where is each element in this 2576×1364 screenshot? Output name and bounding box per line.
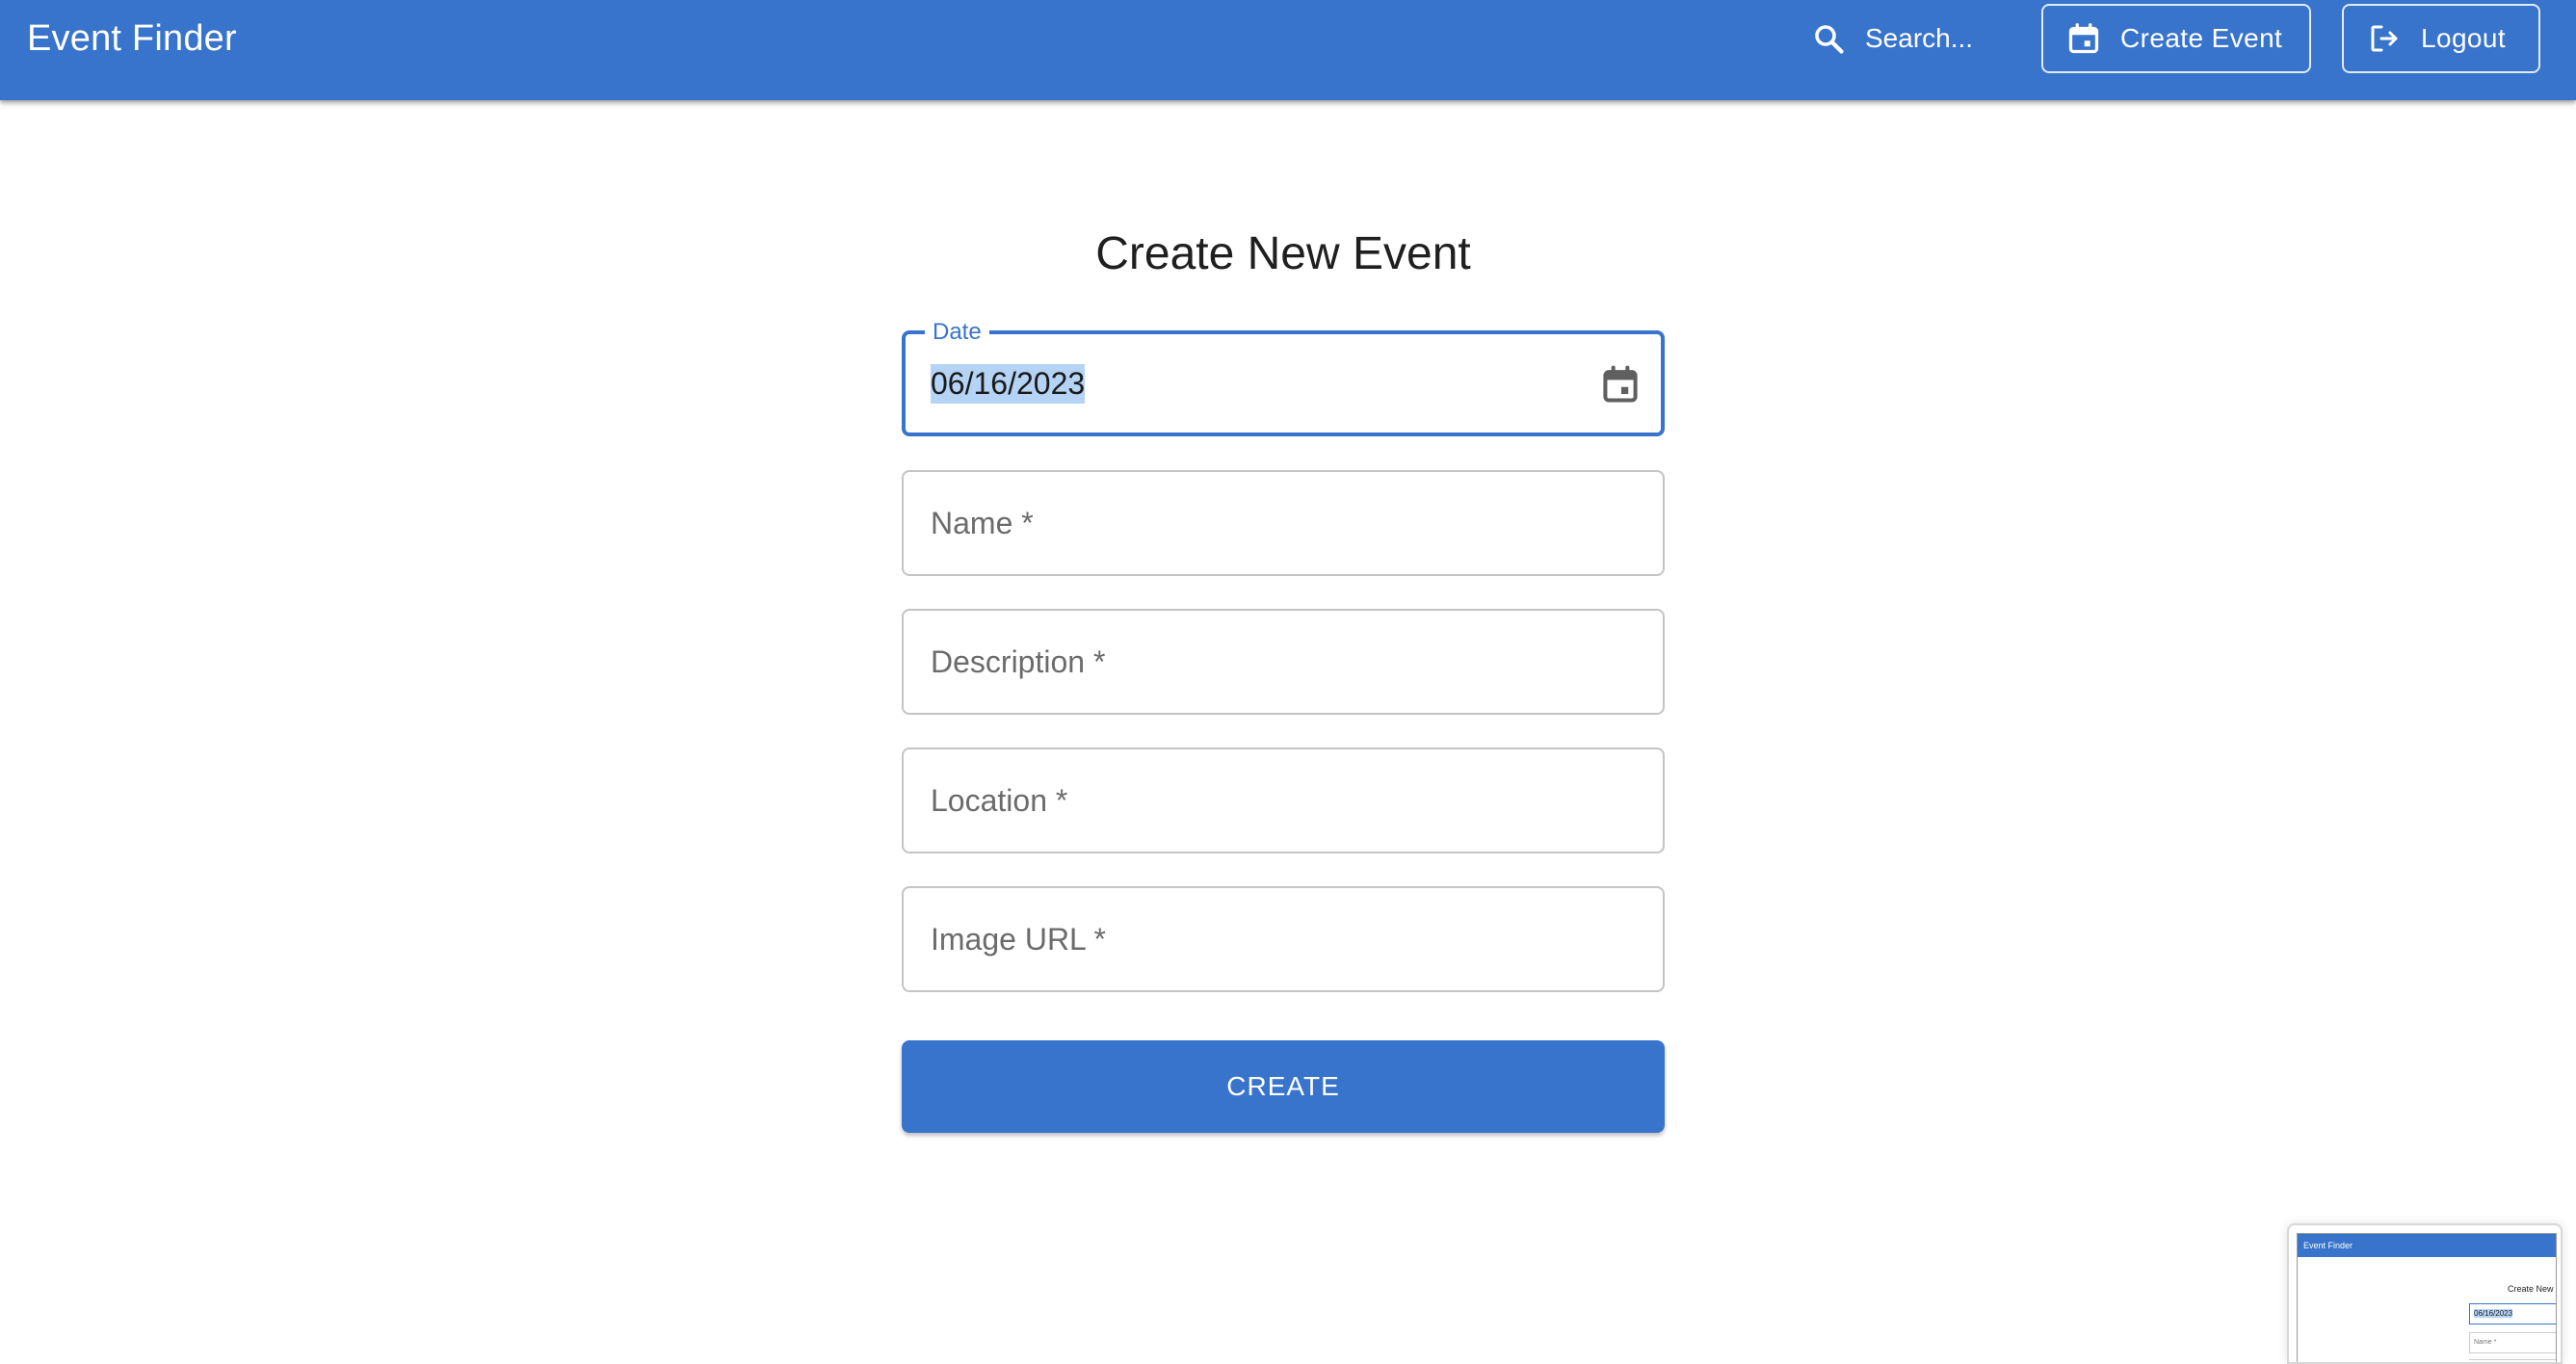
page-preview-thumbnail[interactable]: Event Finder Create New I 06/16/2023 Nam… — [2287, 1223, 2563, 1364]
preview-divider — [2469, 1359, 2556, 1360]
create-event-label: Create Event — [2120, 23, 2283, 53]
location-field-placeholder: Location * — [931, 782, 1068, 818]
preview-name-field: Name * — [2469, 1332, 2556, 1353]
name-field[interactable]: Name * — [902, 470, 1665, 576]
name-field-placeholder: Name * — [931, 505, 1034, 540]
app-bar: Event Finder Search... Create Event Logo… — [0, 0, 2576, 100]
description-field[interactable]: Description * — [902, 609, 1665, 715]
image-url-field-placeholder: Image URL * — [931, 921, 1106, 957]
preview-frame: Event Finder Create New I 06/16/2023 Nam… — [2297, 1233, 2557, 1362]
preview-form-title: Create New I — [2508, 1284, 2557, 1294]
calendar-icon — [2066, 21, 2101, 56]
search-box[interactable]: Search... — [1811, 17, 1973, 60]
preview-date-value: 06/16/2023 — [2474, 1309, 2513, 1318]
date-field-label: Date — [925, 318, 989, 347]
logout-button[interactable]: Logout — [2342, 4, 2540, 73]
date-field-value[interactable]: 06/16/2023 — [931, 363, 1086, 404]
description-field-placeholder: Description * — [931, 643, 1106, 679]
preview-date-field: 06/16/2023 — [2469, 1303, 2556, 1325]
logout-icon — [2367, 21, 2402, 56]
page-title: Create New Event — [1095, 228, 1471, 279]
image-url-field[interactable]: Image URL * — [902, 886, 1665, 992]
calendar-icon[interactable] — [1599, 363, 1642, 406]
search-placeholder: Search... — [1865, 23, 1974, 53]
location-field[interactable]: Location * — [902, 748, 1665, 853]
logout-label: Logout — [2421, 23, 2507, 53]
create-event-button[interactable]: Create Event — [2041, 4, 2311, 73]
create-button[interactable]: CREATE — [902, 1040, 1665, 1133]
app-title[interactable]: Event Finder — [27, 13, 237, 64]
search-icon — [1811, 21, 1846, 56]
preview-app-bar: Event Finder — [2298, 1234, 2556, 1257]
date-field[interactable]: Date 06/16/2023 — [902, 318, 1665, 436]
